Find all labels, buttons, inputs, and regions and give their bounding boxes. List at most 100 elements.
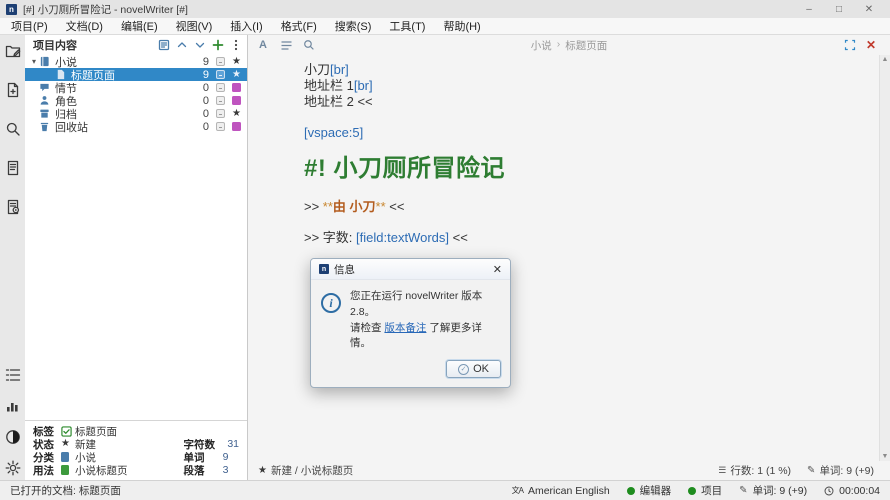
character-icon — [39, 95, 52, 107]
session-timer[interactable]: 00:00:04 — [824, 485, 880, 497]
editor-paragraph: >> 字数: [field:textWords] << — [304, 230, 820, 246]
project-panel-header: 项目内容 — [25, 35, 247, 55]
sidebar-iconbar — [0, 35, 25, 480]
dialog-close-icon[interactable]: ✕ — [493, 263, 502, 276]
project-status-label: 项目 — [701, 483, 722, 498]
settings-icon[interactable] — [4, 459, 21, 476]
editor-text-segment: << — [449, 230, 468, 245]
menu-item-edit[interactable]: 编辑(E) — [112, 18, 167, 34]
menu-icon[interactable] — [229, 39, 242, 52]
tree-item-flag — [230, 122, 243, 131]
dialog-titlebar[interactable]: n 信息 ✕ — [311, 259, 510, 280]
dialog-message-line2-prefix: 请检查 — [350, 322, 384, 334]
list-icon[interactable] — [4, 366, 21, 383]
move-up-icon[interactable] — [175, 39, 188, 52]
editor-text-segment: >> — [304, 199, 323, 214]
window-titlebar[interactable]: n [#] 小刀厕所冒险记 - novelWriter [#] – □ ✕ — [0, 0, 890, 18]
breadcrumb-separator: › — [557, 38, 561, 53]
editor-line: 地址栏 1[br] — [304, 78, 820, 94]
menu-bar: 项目(P)文档(D)编辑(E)视图(V)插入(I)格式(F)搜索(S)工具(T)… — [0, 18, 890, 35]
tree-item-flag: ★ — [230, 109, 243, 119]
add-icon[interactable] — [211, 39, 224, 52]
window-title: [#] 小刀厕所冒险记 - novelWriter [#] — [23, 2, 188, 17]
menu-item-help[interactable]: 帮助(H) — [434, 18, 489, 34]
scroll-up-icon[interactable]: ▲ — [882, 56, 889, 63]
ok-button[interactable]: ✓ OK — [446, 360, 501, 378]
editor-search-icon[interactable] — [302, 38, 316, 52]
tree-item-count: 0 — [189, 82, 209, 94]
stat-label: 段落 — [184, 463, 205, 478]
move-down-icon[interactable] — [193, 39, 206, 52]
detail-row-class: 分类小说 — [33, 451, 128, 463]
spell-language[interactable]: 文A American English — [512, 485, 610, 497]
menu-item-format[interactable]: 格式(F) — [272, 18, 326, 34]
detail-rows: 标签标题页面状态★新建分类小说用法小说标题页 — [33, 425, 128, 476]
stats-icon[interactable] — [4, 397, 21, 414]
editor-text-segment: ** — [323, 199, 333, 214]
editor-text-segment: [br] — [330, 62, 349, 77]
manuscript-icon[interactable] — [4, 198, 21, 215]
status-bar: 已打开的文档: 标题页面 文A American English 编辑器 项目 … — [0, 480, 890, 500]
search-icon[interactable] — [4, 120, 21, 137]
outline-icon[interactable] — [4, 159, 21, 176]
menu-item-insert[interactable]: 插入(I) — [221, 18, 271, 34]
editor-paragraph: >> **由 小刀** << — [304, 199, 820, 215]
editor-text-segment: #! 小刀厕所冒险记 — [304, 155, 505, 182]
session-words-label: 单词: 9 (+9) — [753, 483, 808, 498]
stat-row-paragraphs: 段落3 — [184, 464, 240, 476]
project-icon[interactable] — [4, 42, 21, 59]
scroll-down-icon[interactable]: ▼ — [882, 453, 889, 460]
format-text-icon[interactable]: A — [256, 38, 270, 52]
menu-item-tools[interactable]: 工具(T) — [380, 18, 434, 34]
document-stats: 字符数31单词9段落3 — [184, 425, 240, 476]
ok-check-icon: ✓ — [458, 364, 469, 375]
session-timer-label: 00:00:04 — [839, 485, 880, 497]
tree-item-count: 9 — [189, 69, 209, 81]
clock-icon — [824, 486, 834, 496]
info-icon: i — [321, 293, 341, 313]
maximize-button[interactable]: □ — [824, 4, 854, 15]
editor-text-segment: [vspace:5] — [304, 125, 363, 140]
close-button[interactable]: ✕ — [854, 4, 884, 15]
menu-item-project[interactable]: 项目(P) — [2, 18, 57, 34]
close-document-icon[interactable]: ✕ — [866, 39, 876, 51]
sidebar-top-icons — [4, 42, 21, 237]
breadcrumb-item[interactable]: 小说 — [531, 38, 552, 53]
details-icon[interactable] — [157, 39, 170, 52]
release-notes-link[interactable]: 版本备注 — [384, 322, 426, 334]
lines-icon: ☰ — [718, 465, 726, 476]
project-status: 项目 — [688, 483, 722, 498]
page-square-icon — [61, 465, 75, 475]
novel-square-icon — [61, 452, 75, 462]
focus-mode-icon[interactable] — [843, 38, 857, 52]
menu-item-search[interactable]: 搜索(S) — [326, 18, 381, 34]
pen-icon: ✎ — [807, 465, 815, 476]
stat-row-words: 单词9 — [184, 451, 240, 463]
status-star-icon: ★ — [258, 466, 267, 476]
menu-item-view[interactable]: 视图(V) — [167, 18, 222, 34]
detail-row-status: 状态★新建 — [33, 438, 128, 450]
check-icon — [61, 426, 75, 437]
outline-menu-icon[interactable] — [279, 38, 293, 52]
detail-row-label: 标签标题页面 — [33, 425, 128, 437]
dialog-body: i 您正在运行 novelWriter 版本 2.8。 请检查 版本备注 了解更… — [311, 280, 510, 356]
tree-item-count: 9 — [189, 56, 209, 68]
new-document-icon[interactable] — [4, 81, 21, 98]
editor-text-segment: ** — [376, 199, 386, 214]
menu-item-document[interactable]: 文档(D) — [57, 18, 112, 34]
active-checkbox-icon — [216, 122, 225, 131]
document-status-label: 新建 / 小说标题页 — [271, 463, 353, 478]
document-title-heading: #! 小刀厕所冒险记 — [304, 154, 820, 184]
editor-scrollbar[interactable]: ▲ ▼ — [879, 55, 890, 461]
tree-caret-icon[interactable]: ▾ — [29, 57, 39, 66]
document-details-panel: 标签标题页面状态★新建分类小说用法小说标题页 字符数31单词9段落3 — [25, 420, 247, 480]
archive-icon — [39, 108, 52, 120]
editor-text-segment: [field:textWords] — [356, 230, 449, 245]
editor-line: 小刀[br] — [304, 62, 820, 78]
minimize-button[interactable]: – — [794, 4, 824, 15]
document-status-footer: ★ 新建 / 小说标题页 — [258, 463, 353, 478]
tree-item-trash[interactable]: 回收站0 — [25, 120, 247, 133]
project-panel-toolbar — [157, 39, 242, 52]
breadcrumb-item[interactable]: 标题页面 — [565, 38, 607, 53]
theme-icon[interactable] — [4, 428, 21, 445]
